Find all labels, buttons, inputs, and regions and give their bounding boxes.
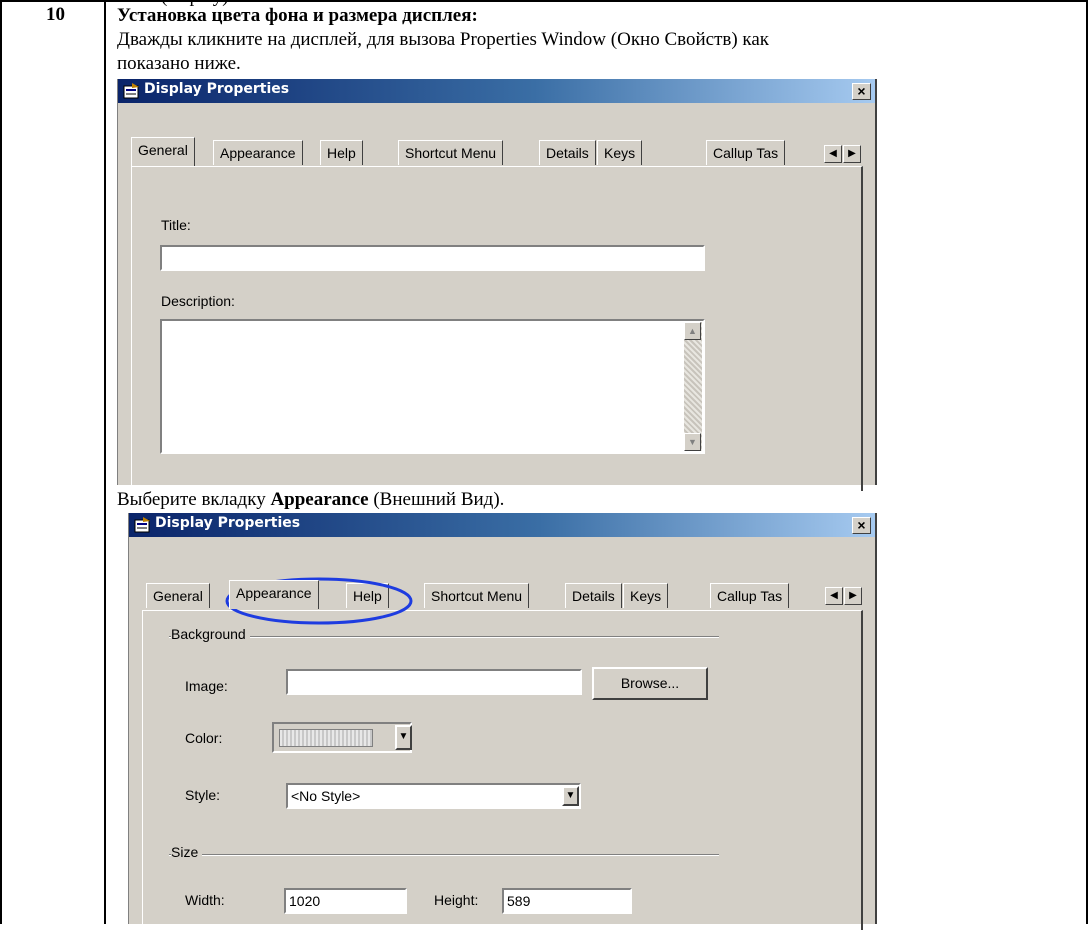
instruction-select-tab: Выберите вкладку Appearance (Внешний Вид… [117, 489, 505, 510]
color-dropdown-icon[interactable]: ▼ [395, 725, 412, 750]
title-input[interactable] [160, 245, 705, 271]
tab-help[interactable]: Help [320, 140, 363, 165]
dialog-titlebar: Display Properties × [129, 513, 875, 537]
tab-scroll-left-icon[interactable]: ◀ [825, 587, 843, 605]
properties-icon [134, 517, 150, 533]
tab-general[interactable]: General [131, 137, 195, 166]
style-label: Style: [185, 787, 221, 803]
dialog-title: Display Properties [144, 81, 290, 97]
row-number: 10 [46, 4, 65, 25]
display-properties-dialog-appearance: Display Properties × General Appearance … [128, 513, 877, 930]
tab-details[interactable]: Details [539, 140, 596, 165]
tab-callup-tasks[interactable]: Callup Tas [710, 583, 790, 608]
background-group-line [169, 636, 719, 638]
tab-shortcut-menu[interactable]: Shortcut Menu [398, 140, 504, 165]
background-group-label: Background [171, 626, 250, 642]
tab-keys[interactable]: Keys [597, 140, 643, 165]
close-icon[interactable]: × [852, 83, 871, 100]
table-column-divider [104, 0, 106, 924]
dialog-title: Display Properties [155, 515, 301, 531]
height-label: Height: [434, 892, 479, 908]
size-group-label: Size [171, 844, 203, 860]
width-input[interactable]: 1020 [284, 888, 407, 914]
close-icon[interactable]: × [852, 517, 871, 534]
title-label: Title: [161, 217, 191, 233]
instruction-line-1: Дважды кликните на дисплей, для вызова P… [117, 29, 770, 50]
instruction-line-2: показано ниже. [117, 53, 241, 74]
table-left-border [0, 0, 2, 924]
tab-scroll-left-icon[interactable]: ◀ [824, 145, 842, 163]
scroll-down-icon[interactable]: ▼ [684, 433, 701, 451]
display-properties-dialog-general: Display Properties × General Appearance … [117, 79, 877, 491]
tab-shortcut-menu[interactable]: Shortcut Menu [424, 583, 530, 608]
size-group-line [169, 854, 719, 856]
color-label: Color: [185, 730, 223, 746]
scroll-up-icon[interactable]: ▲ [684, 322, 701, 340]
color-swatch [279, 729, 373, 747]
tab-scroll-right-icon[interactable]: ▶ [843, 145, 861, 163]
tab-general[interactable]: General [146, 583, 210, 608]
properties-icon [123, 83, 139, 99]
tab-details[interactable]: Details [565, 583, 622, 608]
tab-callup-tasks[interactable]: Callup Tas [706, 140, 786, 165]
description-textarea[interactable] [160, 319, 705, 454]
tab-panel-appearance [142, 610, 863, 930]
style-dropdown-icon[interactable]: ▼ [562, 786, 579, 806]
dialog-titlebar: Display Properties × [118, 79, 875, 103]
image-label: Image: [185, 678, 228, 694]
browse-button[interactable]: Browse... [592, 667, 708, 700]
tab-appearance[interactable]: Appearance [229, 580, 319, 609]
description-label: Description: [161, 293, 235, 309]
prev-row-divider [70, 0, 71, 2]
image-input[interactable] [286, 669, 582, 695]
tab-scroll-right-icon[interactable]: ▶ [844, 587, 862, 605]
tab-appearance[interactable]: Appearance [213, 140, 303, 165]
description-scrollbar[interactable] [684, 322, 702, 451]
style-select[interactable]: <No Style> [286, 783, 581, 809]
tab-keys[interactable]: Keys [623, 583, 669, 608]
height-input[interactable]: 589 [502, 888, 632, 914]
color-picker[interactable] [272, 722, 412, 753]
section-heading: Установка цвета фона и размера дисплея: [117, 5, 478, 26]
width-label: Width: [185, 892, 225, 908]
